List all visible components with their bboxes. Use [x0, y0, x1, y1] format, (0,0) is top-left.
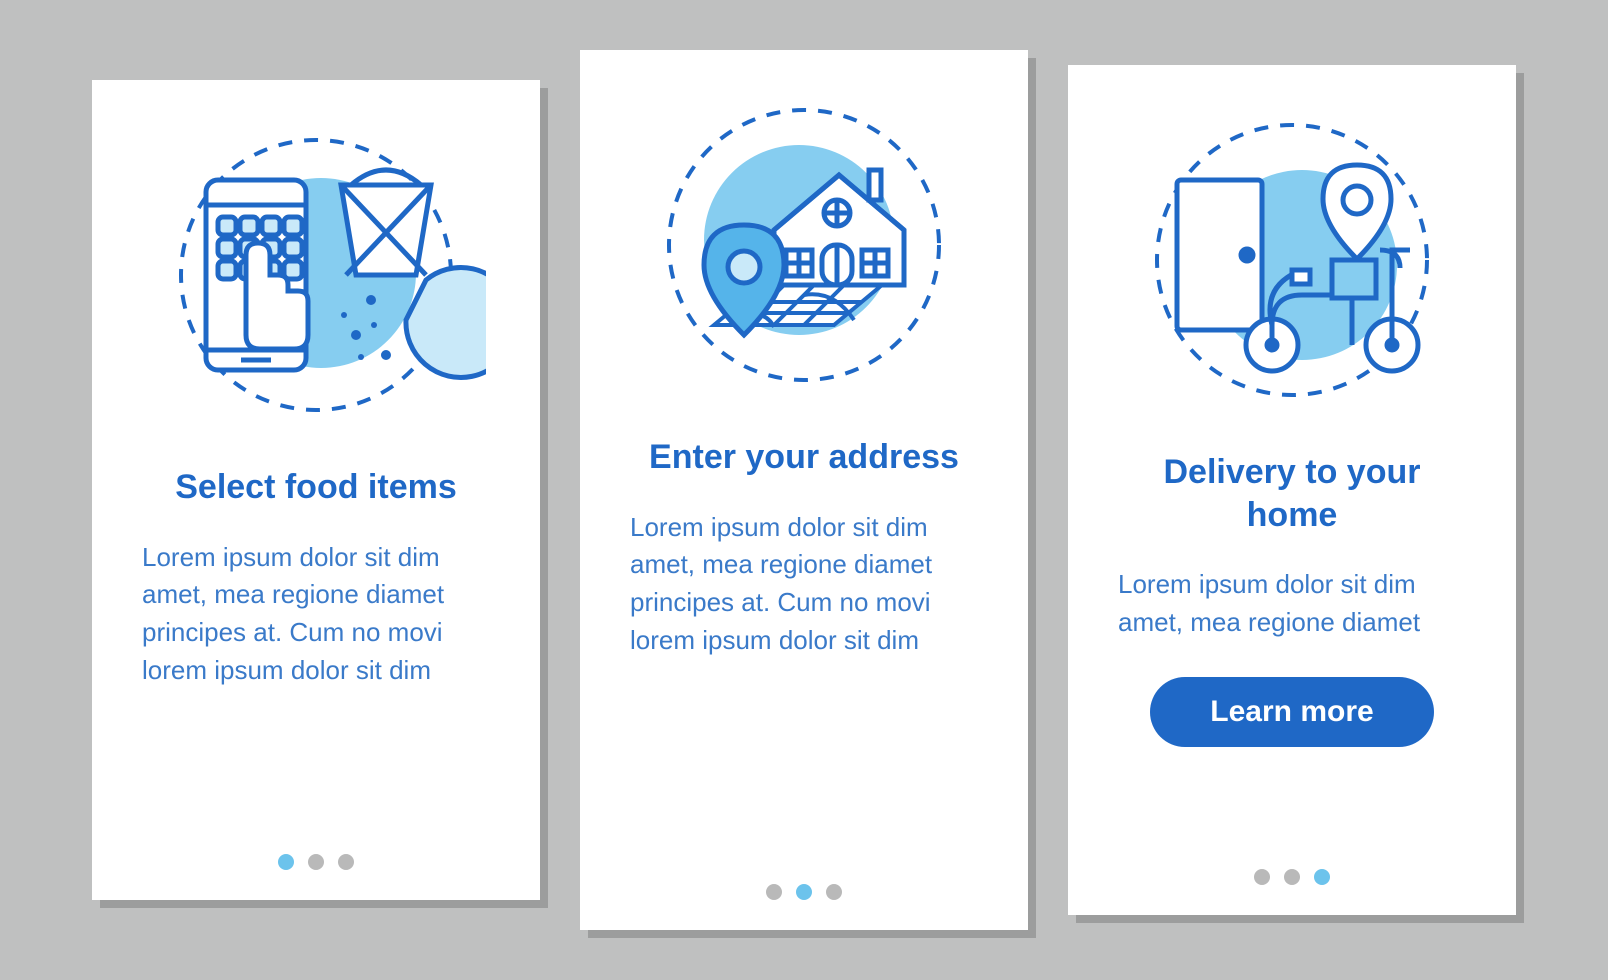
pagination-dots [92, 854, 540, 870]
dot-2[interactable] [308, 854, 324, 870]
address-icon [630, 90, 978, 400]
card-title: Delivery to your home [1118, 451, 1466, 536]
onboarding-card-3: Delivery to your home Lorem ipsum dolor … [1068, 65, 1516, 915]
dot-3[interactable] [338, 854, 354, 870]
card-title: Select food items [175, 466, 457, 509]
dot-2[interactable] [1284, 869, 1300, 885]
dot-2[interactable] [796, 884, 812, 900]
pagination-dots [580, 884, 1028, 900]
dot-3[interactable] [1314, 869, 1330, 885]
delivery-icon [1118, 105, 1466, 415]
onboarding-card-2: Enter your address Lorem ipsum dolor sit… [580, 50, 1028, 930]
dot-1[interactable] [1254, 869, 1270, 885]
pagination-dots [1068, 869, 1516, 885]
learn-more-button[interactable]: Learn more [1150, 677, 1433, 747]
select-food-icon [142, 120, 490, 430]
card-title: Enter your address [649, 436, 959, 479]
dot-3[interactable] [826, 884, 842, 900]
dot-1[interactable] [278, 854, 294, 870]
onboarding-card-1: Select food items Lorem ipsum dolor sit … [92, 80, 540, 900]
card-body: Lorem ipsum dolor sit dim amet, mea regi… [630, 509, 978, 660]
card-body: Lorem ipsum dolor sit dim amet, mea regi… [142, 539, 490, 690]
dot-1[interactable] [766, 884, 782, 900]
card-body: Lorem ipsum dolor sit dim amet, mea regi… [1118, 566, 1466, 641]
